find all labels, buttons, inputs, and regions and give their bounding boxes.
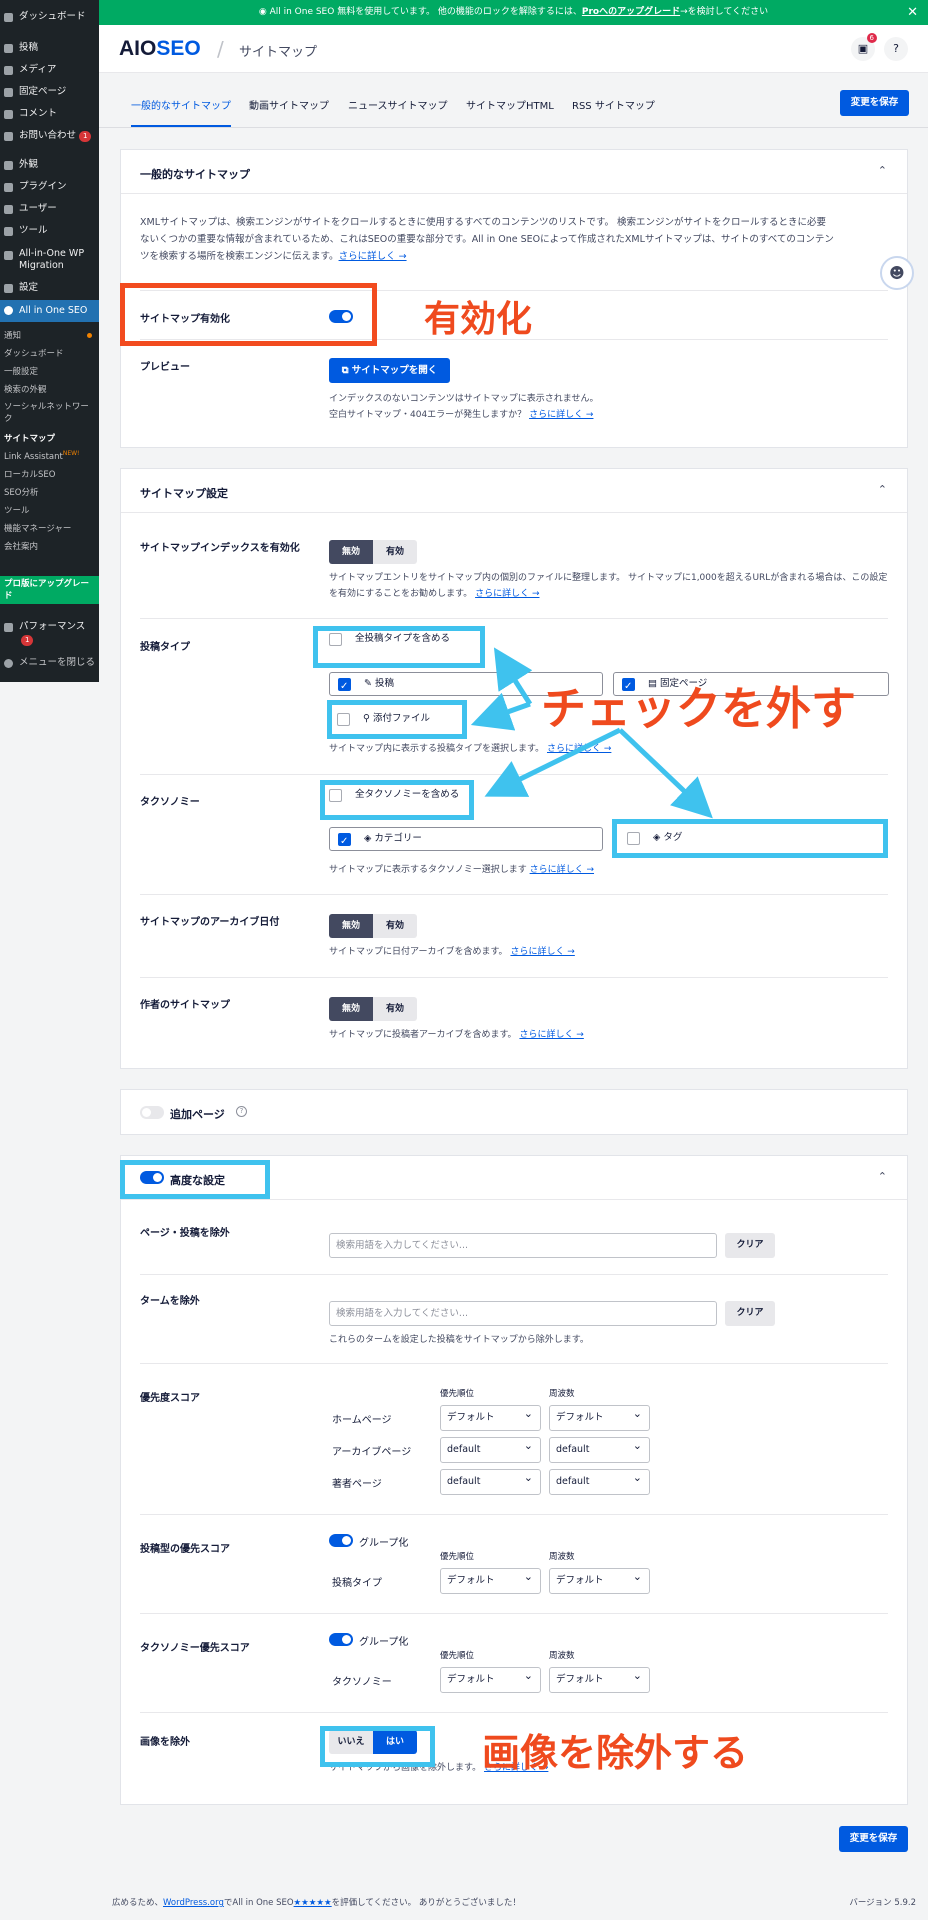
admin-footer: 広めるため、WordPress.orgでAll in One SEO★★★★★を…	[112, 1898, 521, 1908]
version-text: バージョン 5.9.2	[849, 1898, 916, 1908]
rating-stars-link[interactable]: ★★★★★	[294, 1898, 332, 1908]
arrow-to-attachment	[470, 692, 531, 731]
arrow-to-tag	[618, 728, 713, 819]
annotation-arrows	[470, 647, 713, 819]
arrow-to-all-post-types	[493, 647, 533, 706]
arrow-to-all-taxonomies	[484, 727, 622, 797]
wordpress-org-link[interactable]: WordPress.org	[163, 1898, 224, 1908]
